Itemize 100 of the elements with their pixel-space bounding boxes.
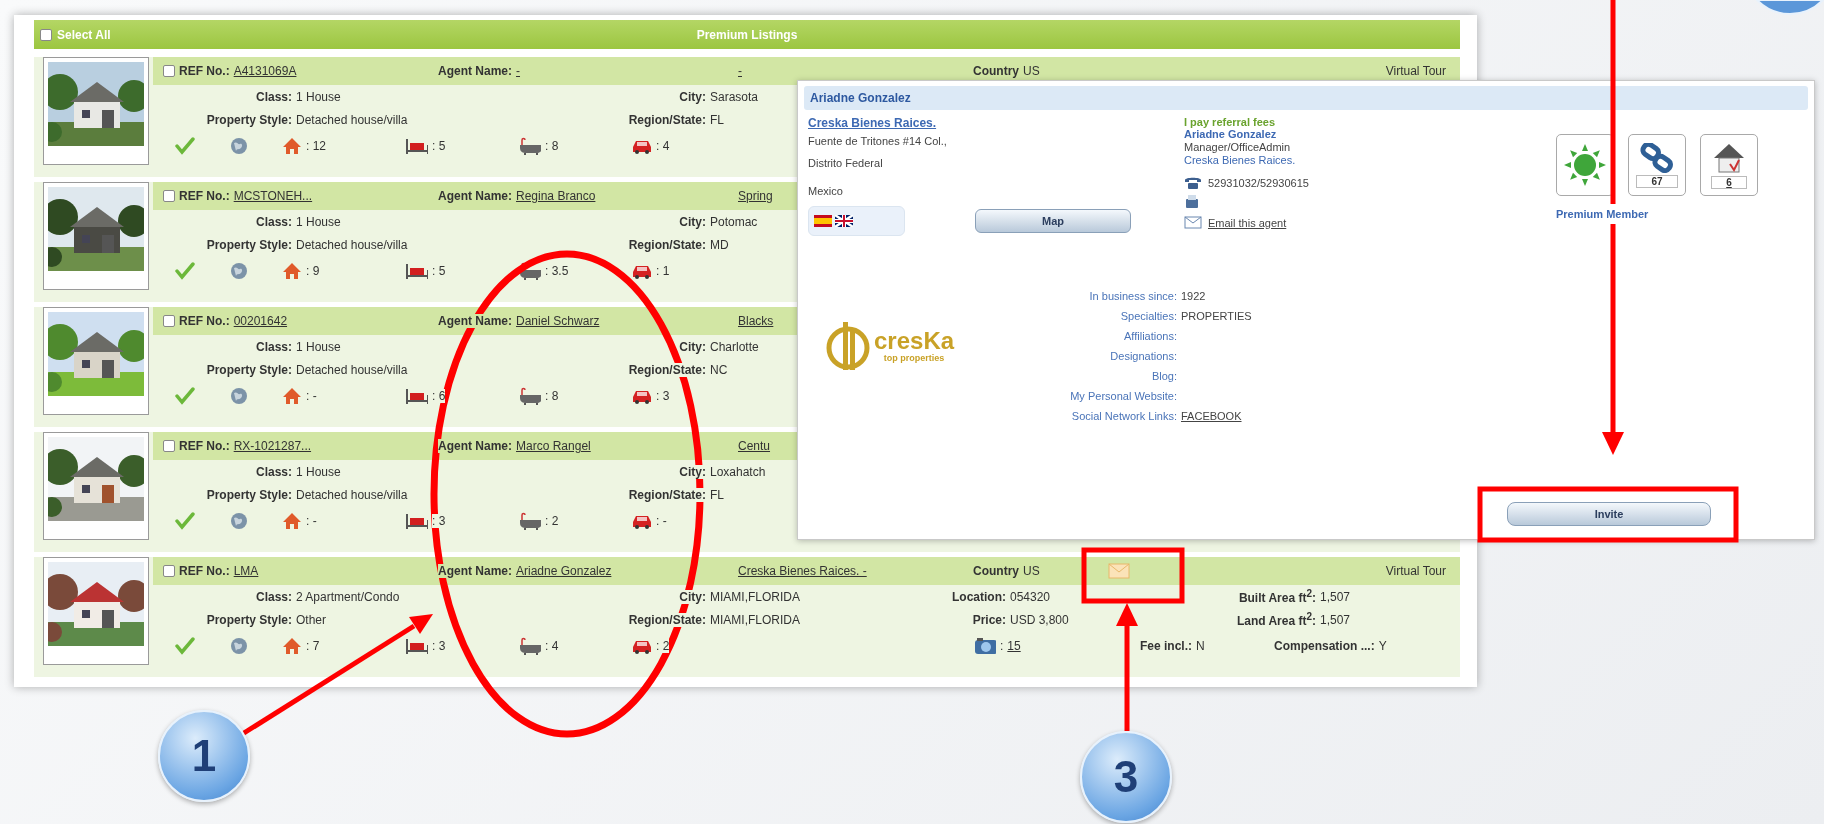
field-label: Property Style: (206, 112, 292, 127)
bedroom-count: : 5 (432, 264, 446, 278)
field-label: Property Style: (206, 612, 292, 627)
office-link[interactable]: Centu (738, 439, 771, 453)
agent-link[interactable]: Daniel Schwarz (516, 314, 600, 328)
checkbox[interactable] (163, 440, 175, 452)
bathroom-count: : 8 (545, 389, 559, 403)
ref-link[interactable]: 00201642 (233, 314, 288, 328)
virtual-tour-link[interactable]: Virtual Tour (1385, 564, 1446, 578)
photo-count-link[interactable]: 15 (1007, 639, 1021, 653)
bathroom-count: : 4 (545, 639, 559, 653)
office-link[interactable]: Blacks (738, 314, 774, 328)
agent-name: Ariadne Gonzalez (1184, 128, 1278, 140)
field-label: Region/State: (628, 237, 706, 252)
company-link[interactable]: Creska Bienes Raices. (808, 116, 937, 130)
member-badge[interactable]: 67 (1628, 134, 1686, 196)
bathroom-count: : 2 (545, 514, 559, 528)
field-value: US (1023, 64, 1040, 78)
checkbox[interactable] (163, 190, 175, 202)
agent-link[interactable]: Regina Branco (516, 189, 596, 203)
field-value: Detached house/villa (296, 487, 408, 502)
invite-button[interactable]: Invite (1507, 502, 1711, 526)
field-label: Region/State: (628, 112, 706, 127)
checkbox[interactable] (163, 565, 175, 577)
field-label: Property Style: (206, 362, 292, 377)
checkbox[interactable] (163, 315, 175, 327)
ref-link[interactable]: MCSTONEH... (233, 189, 313, 203)
bathroom-count: : 8 (545, 139, 559, 153)
field-value: Other (296, 612, 326, 627)
field-value: 1,507 (1320, 589, 1351, 604)
field-value: Detached house/villa (296, 112, 408, 127)
ref-link[interactable]: RX-1021287... (233, 439, 312, 453)
field-label: REF No.: (179, 64, 230, 78)
field-label: REF No.: (179, 189, 230, 203)
envelope-icon (1108, 563, 1130, 579)
globe-icon (229, 637, 249, 655)
globe-icon (229, 387, 249, 405)
field-label: City: (679, 214, 706, 229)
field-label: City: (679, 589, 706, 604)
field-label: City: (679, 464, 706, 479)
badge-count: 67 (1636, 174, 1678, 188)
bedroom-count: : 6 (432, 389, 446, 403)
bedroom-count: : 3 (432, 514, 446, 528)
field-label: Agent Name: (438, 314, 512, 328)
field-value: 1 House (296, 339, 341, 354)
field-label: Location: (952, 589, 1006, 604)
parking-count: : 3 (656, 389, 670, 403)
photo-frame[interactable] (43, 182, 149, 290)
room-count: : 12 (306, 139, 326, 153)
phone-number: 52931032/52930615 (1208, 176, 1309, 191)
field-label: REF No.: (179, 439, 230, 453)
field-value: Detached house/villa (296, 237, 408, 252)
office-link[interactable]: Spring (738, 189, 773, 203)
envelope-icon (1184, 216, 1202, 229)
sun-icon (1562, 142, 1608, 188)
checkmark-icon (175, 262, 195, 280)
field-label: Agent Name: (438, 189, 512, 203)
member-badge[interactable]: 6 (1700, 134, 1758, 196)
virtual-tour-link[interactable]: Virtual Tour (1385, 64, 1446, 78)
photo-frame[interactable] (43, 57, 149, 165)
office-link[interactable]: Creska Bienes Raices. - (738, 564, 867, 578)
photo-frame[interactable] (43, 432, 149, 540)
field-value: Sarasota (710, 89, 759, 104)
field-value: MIAMI,FLORIDA (710, 589, 800, 604)
field-value: 1 House (296, 464, 341, 479)
field-label: Land Area ft$^{2}$: (1236, 611, 1316, 628)
membership-label: Premium Member (1556, 208, 1649, 220)
ref-link[interactable]: LMA (233, 564, 259, 578)
profile-label: In business since: (1089, 289, 1178, 304)
email-agent-link[interactable]: Email this agent (1208, 216, 1287, 229)
parking-count: : 1 (656, 264, 670, 278)
profile-label: Designations: (1110, 349, 1178, 364)
checkmark-icon (175, 512, 195, 530)
field-value: 054320 (1010, 589, 1051, 604)
checkbox[interactable] (40, 28, 52, 41)
field-value: Detached house/villa (296, 362, 408, 377)
step-number-badge: 1 (158, 710, 250, 802)
ref-link[interactable]: A4131069A (233, 64, 297, 78)
chain-link-icon (1640, 142, 1674, 173)
globe-icon (229, 512, 249, 530)
address-line: Distrito Federal (808, 156, 884, 171)
checkbox[interactable] (163, 65, 175, 77)
member-badge[interactable] (1556, 134, 1614, 196)
bathroom-count: : 3.5 (545, 264, 569, 278)
house-icon (282, 387, 302, 405)
photo-frame[interactable] (43, 557, 149, 665)
social-link[interactable]: FACEBOOK (1181, 406, 1242, 426)
photo-frame[interactable] (43, 307, 149, 415)
profile-label: Social Network Links: (1071, 409, 1178, 424)
agent-link[interactable]: Marco Rangel (516, 439, 591, 453)
map-button[interactable]: Map (975, 209, 1131, 233)
field-label: Fee incl.: (1140, 639, 1192, 653)
checkmark-icon (175, 387, 195, 405)
field-label: Agent Name: (438, 564, 512, 578)
checkmark-icon (175, 137, 195, 155)
logo-tagline: top properties (883, 353, 945, 363)
field-label: Region/State: (628, 487, 706, 502)
agent-link[interactable]: Ariadne Gonzalez (516, 564, 612, 578)
field-label: City: (679, 339, 706, 354)
room-count: : 9 (306, 264, 320, 278)
